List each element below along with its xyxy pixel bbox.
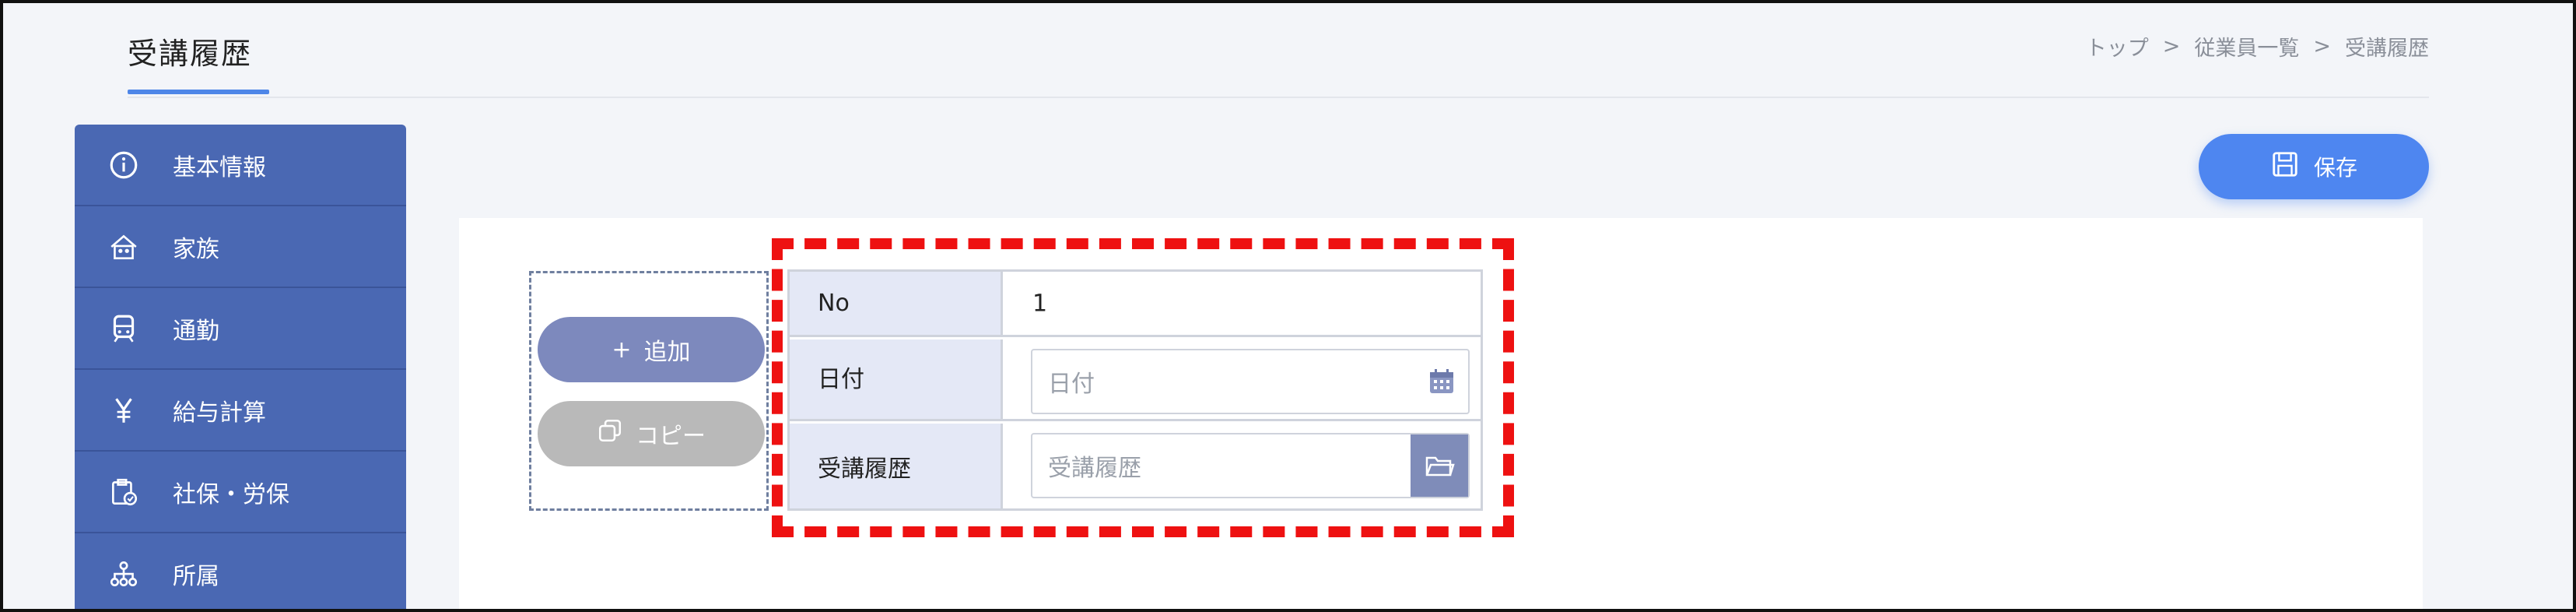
yen-icon [106, 392, 142, 428]
highlight-annotation [772, 238, 1514, 537]
sidebar-item-label: 基本情報 [173, 153, 266, 181]
save-icon [2270, 149, 2300, 185]
header-divider [128, 97, 2429, 98]
sidebar-item-payroll[interactable]: 給与計算 [75, 370, 406, 452]
title-underline [128, 90, 269, 94]
breadcrumb: トップ > 従業員一覧 > 受講履歴 [2086, 31, 2429, 62]
save-button-label: 保存 [2313, 155, 2357, 181]
sidebar-item-label: 給与計算 [173, 399, 266, 427]
save-button[interactable]: 保存 [2199, 134, 2429, 199]
row-action-group: + 追加 コピー [529, 271, 769, 511]
breadcrumb-separator: > [2162, 34, 2181, 58]
sidebar-item-label: 通勤 [173, 317, 219, 345]
sidebar-item-basic-info[interactable]: 基本情報 [75, 125, 406, 206]
plus-icon: + [612, 336, 632, 364]
add-button-label: 追加 [643, 339, 691, 366]
breadcrumb-current: 受講履歴 [2345, 37, 2429, 61]
breadcrumb-top[interactable]: トップ [2086, 31, 2149, 62]
sidebar-item-insurance[interactable]: 社保・労保 [75, 452, 406, 533]
sidebar-item-department[interactable]: 所属 [75, 533, 406, 612]
house-icon [106, 229, 142, 265]
sidebar-item-label: 家族 [173, 235, 219, 263]
copy-icon [597, 417, 623, 450]
train-icon [106, 311, 142, 346]
sidebar: 基本情報 家族 通勤 給与計算 社保・労保 所属 [75, 125, 406, 612]
sidebar-item-label: 社保・労保 [173, 480, 289, 508]
sidebar-item-label: 所属 [173, 562, 219, 590]
sidebar-item-commute[interactable]: 通勤 [75, 288, 406, 370]
copy-button-label: コピー [636, 423, 706, 450]
copy-button[interactable]: コピー [538, 401, 765, 466]
sidebar-item-family[interactable]: 家族 [75, 206, 406, 288]
breadcrumb-separator: > [2313, 34, 2331, 58]
insurance-icon [106, 474, 142, 510]
info-icon [106, 147, 142, 183]
add-button[interactable]: + 追加 [538, 317, 765, 382]
breadcrumb-employee-list[interactable]: 従業員一覧 [2194, 31, 2299, 62]
page-title: 受講履歴 [128, 37, 253, 71]
org-chart-icon [106, 556, 142, 592]
